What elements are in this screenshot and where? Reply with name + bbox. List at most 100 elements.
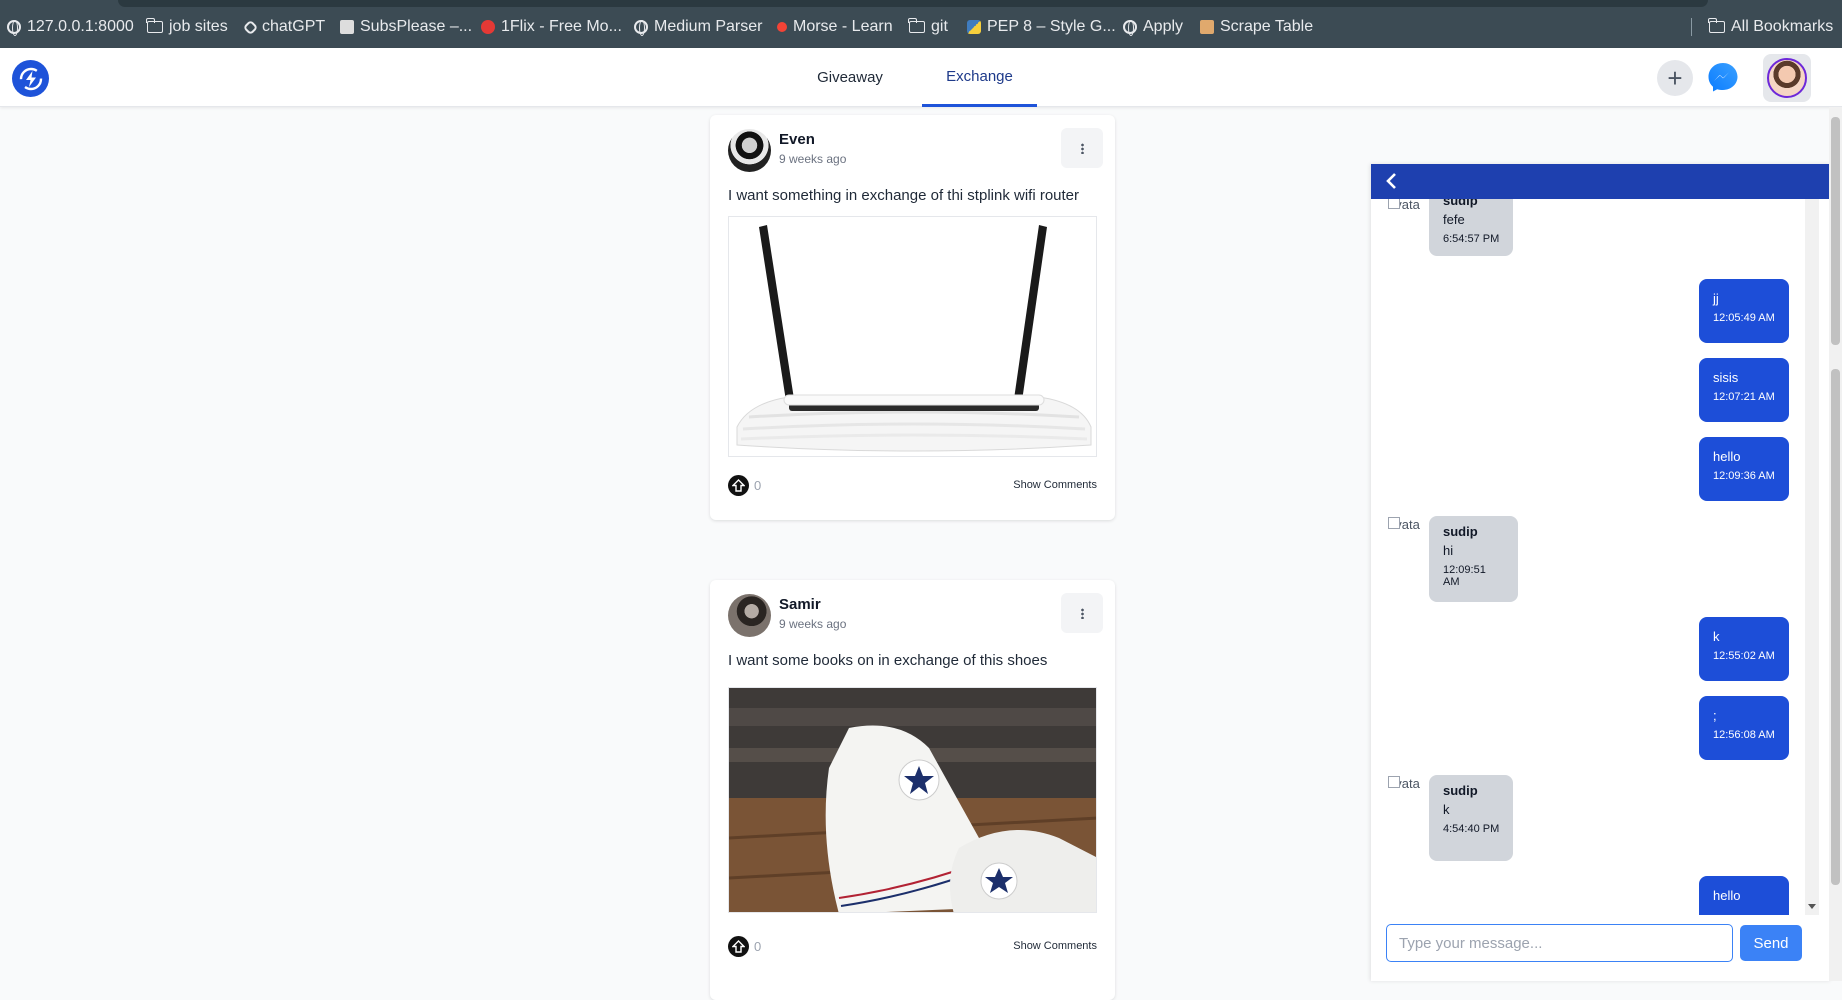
flix-icon <box>481 20 495 34</box>
tab-giveaway[interactable]: Giveaway <box>811 48 889 107</box>
message-time: 6:54:57 PM <box>1443 233 1500 245</box>
folder-icon <box>908 18 925 33</box>
send-button[interactable]: Send <box>1740 925 1802 961</box>
post-footer: 0 Show Comments <box>728 936 1097 958</box>
post-time: 9 weeks ago <box>779 152 847 166</box>
messenger-button[interactable] <box>1705 60 1741 96</box>
globe-icon <box>1123 20 1137 36</box>
python-icon <box>967 20 981 34</box>
bookmark-job-sites[interactable]: job sites <box>146 16 228 38</box>
message-time: 12:55:02 AM <box>1713 650 1775 662</box>
chatgpt-icon <box>242 19 259 35</box>
upvote-button[interactable] <box>728 936 749 957</box>
outgoing-message: ; 12:56:08 AM <box>1699 696 1789 760</box>
sender-avatar-broken: avata <box>1388 776 1422 808</box>
bookmark-scrape-table[interactable]: Scrape Table <box>1200 16 1313 38</box>
chevron-left-icon <box>1386 173 1396 189</box>
post-menu-button[interactable] <box>1061 128 1103 168</box>
upvote-count: 0 <box>754 939 762 954</box>
outgoing-message: jj 12:05:49 AM <box>1699 279 1789 343</box>
outgoing-message: hello <box>1699 876 1789 915</box>
message-input[interactable] <box>1386 924 1733 962</box>
red-dot-icon <box>777 22 787 32</box>
message-text: k <box>1713 629 1720 644</box>
page-scroll-thumb[interactable] <box>1831 117 1840 345</box>
arrow-up-icon <box>732 940 745 953</box>
app-header: Giveaway Exchange + <box>0 48 1842 107</box>
message-time: 12:09:51 AM <box>1443 564 1486 588</box>
incoming-message: sudip hi 12:09:51 AM <box>1429 516 1518 602</box>
chat-messages: avata sudip fefe 6:54:57 PM jj 12:05:49 … <box>1371 199 1801 915</box>
post-card: Even 9 weeks ago I want something in exc… <box>710 115 1115 520</box>
message-text: ; <box>1713 708 1717 723</box>
page-icon <box>340 20 354 34</box>
page-scroll-thumb-lower[interactable] <box>1831 369 1840 885</box>
globe-icon <box>7 20 21 36</box>
bookmark-subsplease[interactable]: SubsPlease –... <box>340 16 472 38</box>
folder-icon <box>1708 18 1725 33</box>
post-text: I want something in exchange of thi stpl… <box>728 187 1080 204</box>
message-time: 4:54:40 PM <box>1443 823 1500 835</box>
chat-panel: avata sudip fefe 6:54:57 PM jj 12:05:49 … <box>1371 164 1831 981</box>
message-text: k <box>1443 802 1450 817</box>
author-avatar[interactable] <box>728 594 771 637</box>
scroll-down-arrow-icon[interactable] <box>1808 904 1816 909</box>
bookmark-separator <box>1691 18 1692 36</box>
message-text: jj <box>1713 291 1719 306</box>
create-post-button[interactable]: + <box>1657 60 1693 96</box>
messenger-icon <box>1708 63 1738 92</box>
white-sneakers-image <box>728 687 1097 913</box>
page-scrollbar[interactable] <box>1829 107 1842 981</box>
chat-back-button[interactable] <box>1381 171 1401 191</box>
upvote-count: 0 <box>754 478 762 493</box>
incoming-message: sudip fefe 6:54:57 PM <box>1429 199 1514 256</box>
author-avatar[interactable] <box>728 129 771 172</box>
message-text: fefe <box>1443 212 1465 227</box>
bookmark-medium-parser[interactable]: Medium Parser <box>634 16 762 38</box>
message-text: sisis <box>1713 370 1739 385</box>
upvote-button[interactable] <box>728 475 749 496</box>
post-time: 9 weeks ago <box>779 617 847 631</box>
bookmark-morse[interactable]: Morse - Learn <box>777 16 893 38</box>
bookmark-1flix[interactable]: 1Flix - Free Mo... <box>481 16 622 38</box>
message-text: hello <box>1713 449 1741 464</box>
globe-icon <box>634 20 648 36</box>
bookmark-pep8[interactable]: PEP 8 – Style G... <box>967 16 1116 38</box>
chat-header <box>1371 164 1831 199</box>
message-text: hello <box>1713 888 1741 903</box>
author-name[interactable]: Even <box>779 131 815 148</box>
plus-icon: + <box>1667 63 1683 93</box>
post-footer: 0 Show Comments <box>728 475 1097 497</box>
wifi-router-image <box>728 216 1097 457</box>
bookmark-apply[interactable]: Apply <box>1123 16 1183 38</box>
outgoing-message: hello 12:09:36 AM <box>1699 437 1789 501</box>
bookmark-git[interactable]: git <box>908 16 948 38</box>
chat-scrollbar[interactable] <box>1805 199 1819 915</box>
message-time: 12:05:49 AM <box>1713 312 1775 324</box>
profile-button[interactable] <box>1763 54 1811 102</box>
nav-tabs: Giveaway Exchange <box>0 48 1842 107</box>
tab-exchange[interactable]: Exchange <box>922 48 1037 107</box>
show-comments-button[interactable]: Show Comments <box>1013 479 1097 491</box>
author-name[interactable]: Samir <box>779 596 821 613</box>
bookmark-localhost[interactable]: 127.0.0.1:8000 <box>7 16 134 38</box>
message-sender: sudip <box>1443 199 1478 208</box>
bookmark-chatgpt[interactable]: chatGPT <box>242 16 325 38</box>
message-time: 12:07:21 AM <box>1713 391 1775 403</box>
message-sender: sudip <box>1443 783 1478 798</box>
message-time: 12:09:36 AM <box>1713 470 1775 482</box>
arrow-up-icon <box>732 479 745 492</box>
show-comments-button[interactable]: Show Comments <box>1013 940 1097 952</box>
kebab-icon <box>1080 607 1084 619</box>
post-card: Samir 9 weeks ago I want some books on i… <box>710 580 1115 1000</box>
sender-avatar-broken: avata <box>1388 517 1422 549</box>
incoming-message: sudip k 4:54:40 PM <box>1429 775 1514 861</box>
outgoing-message: k 12:55:02 AM <box>1699 617 1789 681</box>
tab-strip-edge <box>118 0 1708 7</box>
sender-avatar-broken: avata <box>1388 199 1422 229</box>
post-menu-button[interactable] <box>1061 593 1103 633</box>
bookmarks-bar: 127.0.0.1:8000 job sites chatGPT SubsPle… <box>0 0 1842 48</box>
avatar <box>1767 58 1807 98</box>
folder-icon <box>146 18 163 33</box>
all-bookmarks-button[interactable]: All Bookmarks <box>1708 16 1833 38</box>
